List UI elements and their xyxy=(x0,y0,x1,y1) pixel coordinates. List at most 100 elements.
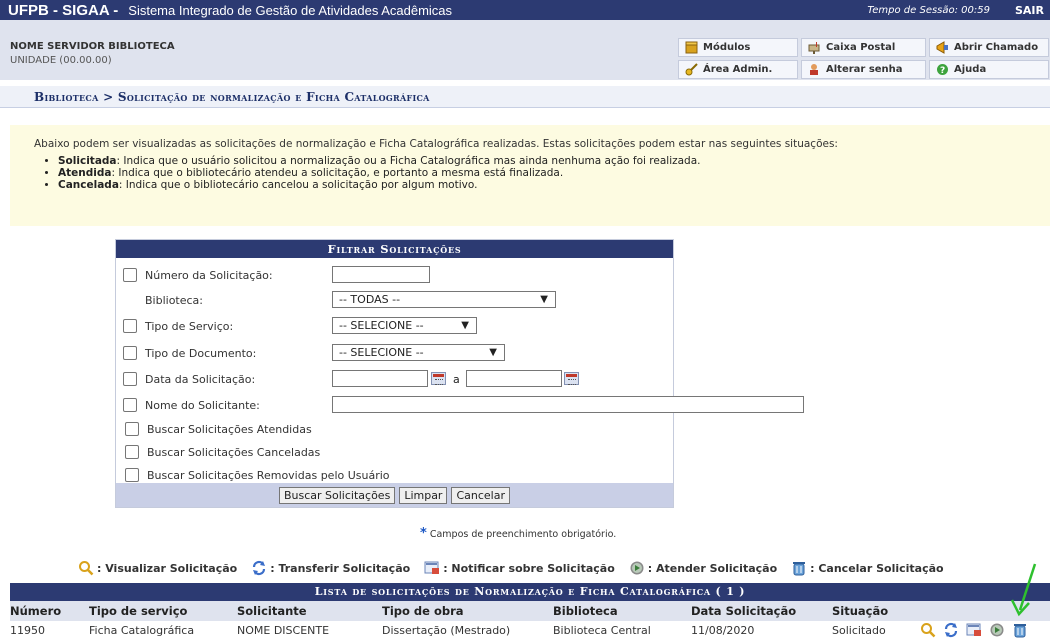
tipo-servico-checkbox[interactable] xyxy=(123,319,137,333)
alterar-senha-button[interactable]: Alterar senha xyxy=(801,60,926,79)
key-icon xyxy=(685,63,698,76)
megaphone-icon xyxy=(936,41,949,54)
data-label: Data da Solicitação: xyxy=(145,372,256,386)
required-star-icon: * xyxy=(420,526,427,541)
chevron-down-icon: ▼ xyxy=(461,320,469,331)
go-icon xyxy=(630,561,644,575)
tipo-documento-label: Tipo de Documento: xyxy=(145,346,257,360)
cancelar-button[interactable]: Cancelar xyxy=(451,486,510,504)
status-term: Solicitada xyxy=(58,155,117,167)
legend-transferir: : Transferir Solicitação xyxy=(251,560,410,576)
cell-biblioteca: Biblioteca Central xyxy=(553,624,651,637)
col-numero: Número xyxy=(10,604,62,618)
limpar-button[interactable]: Limpar xyxy=(399,486,448,504)
numero-input[interactable] xyxy=(332,266,430,283)
results-title: Lista de solicitações de Normalização e … xyxy=(10,583,1050,601)
legend-cancelar: : Cancelar Solicitação xyxy=(791,560,944,576)
tipo-documento-value: -- SELECIONE -- xyxy=(339,346,424,359)
magnifier-icon[interactable] xyxy=(920,622,936,638)
notify-icon xyxy=(424,561,440,574)
status-desc: : Indica que o bibliotecário atendeu a s… xyxy=(111,167,564,179)
numero-checkbox[interactable] xyxy=(123,268,137,282)
legend-notificar-label: : Notificar sobre Solicitação xyxy=(443,561,615,575)
filter-title: Filtrar Solicitações xyxy=(116,240,673,258)
col-biblioteca: Biblioteca xyxy=(553,604,618,618)
transfer-icon[interactable] xyxy=(943,622,959,638)
ajuda-button[interactable]: ? Ajuda xyxy=(929,60,1049,79)
tipo-servico-label: Tipo de Serviço: xyxy=(145,319,234,333)
logout-link[interactable]: SAIR xyxy=(1015,4,1044,17)
modulos-button[interactable]: Módulos xyxy=(678,38,798,57)
cell-tipo-servico: Ficha Catalográfica xyxy=(89,624,195,637)
nome-checkbox[interactable] xyxy=(123,398,137,412)
status-list: Solicitada: Indica que o usuário solicit… xyxy=(40,155,701,191)
modulos-label: Módulos xyxy=(703,42,751,53)
session-timer: Tempo de Sessão: 00:59 xyxy=(867,4,990,16)
table-header-row: Número Tipo de serviço Solicitante Tipo … xyxy=(10,601,1050,621)
trash-icon xyxy=(793,562,806,576)
col-data: Data Solicitação xyxy=(691,604,797,618)
go-icon[interactable] xyxy=(989,622,1005,638)
data-fim-input[interactable] xyxy=(466,370,562,387)
tipo-servico-value: -- SELECIONE -- xyxy=(339,319,424,332)
atendidas-checkbox[interactable] xyxy=(125,422,139,436)
notify-icon[interactable] xyxy=(966,622,982,638)
removidas-checkbox[interactable] xyxy=(125,468,139,482)
user-name: NOME SERVIDOR BIBLIOTECA xyxy=(10,41,175,52)
atendidas-label: Buscar Solicitações Atendidas xyxy=(147,422,312,436)
user-unit: UNIDADE (00.00.00) xyxy=(10,55,112,66)
abrir-chamado-label: Abrir Chamado xyxy=(954,42,1039,53)
filter-row-atendidas: Buscar Solicitações Atendidas xyxy=(116,419,673,439)
area-admin-label: Área Admin. xyxy=(703,64,773,75)
mailbox-icon xyxy=(808,41,821,54)
legend-cancelar-label: : Cancelar Solicitação xyxy=(810,561,944,575)
filter-button-bar: Buscar Solicitações Limpar Cancelar xyxy=(116,483,673,507)
legend-transferir-label: : Transferir Solicitação xyxy=(270,561,411,575)
tipo-documento-select[interactable]: -- SELECIONE -- ▼ xyxy=(332,344,505,361)
chevron-down-icon: ▼ xyxy=(540,294,548,305)
data-inicio-input[interactable] xyxy=(332,370,428,387)
canceladas-checkbox[interactable] xyxy=(125,445,139,459)
filter-row-canceladas: Buscar Solicitações Canceladas xyxy=(116,442,673,462)
biblioteca-value: -- TODAS -- xyxy=(339,293,401,306)
results-table: Lista de solicitações de Normalização e … xyxy=(10,583,1050,641)
cell-data: 11/08/2020 xyxy=(691,624,755,637)
cell-numero: 11950 xyxy=(10,624,45,637)
nome-label: Nome do Solicitante: xyxy=(145,398,260,412)
caixa-postal-button[interactable]: Caixa Postal xyxy=(801,38,926,57)
cell-solicitante: NOME DISCENTE xyxy=(237,624,330,637)
top-bar: UFPB - SIGAA - Sistema Integrado de Gest… xyxy=(0,0,1050,20)
caixa-postal-label: Caixa Postal xyxy=(826,42,896,53)
col-tipo-obra: Tipo de obra xyxy=(382,604,464,618)
legend-notificar: : Notificar sobre Solicitação xyxy=(424,560,615,576)
status-item: Solicitada: Indica que o usuário solicit… xyxy=(58,155,701,167)
filter-row-removidas: Buscar Solicitações Removidas pelo Usuár… xyxy=(116,465,673,485)
cube-icon xyxy=(685,41,698,54)
info-box: Abaixo podem ser visualizadas as solicit… xyxy=(10,125,1050,226)
removidas-label: Buscar Solicitações Removidas pelo Usuár… xyxy=(147,468,390,482)
alterar-senha-label: Alterar senha xyxy=(826,64,903,75)
biblioteca-select[interactable]: -- TODAS -- ▼ xyxy=(332,291,556,308)
system-name: Sistema Integrado de Gestão de Atividade… xyxy=(128,2,453,18)
nome-input[interactable] xyxy=(332,396,804,413)
legend-atender: : Atender Solicitação xyxy=(629,560,777,576)
data-checkbox[interactable] xyxy=(123,372,137,386)
breadcrumb: Biblioteca > Solicitação de normalização… xyxy=(0,86,1050,108)
required-note: * Campos de preenchimento obrigatório. xyxy=(420,526,616,541)
buscar-button[interactable]: Buscar Solicitações xyxy=(278,486,396,504)
svg-text:?: ? xyxy=(940,66,945,76)
area-admin-button[interactable]: Área Admin. xyxy=(678,60,798,79)
biblioteca-label: Biblioteca: xyxy=(145,293,204,307)
calendar-icon[interactable] xyxy=(431,372,446,385)
calendar-icon[interactable] xyxy=(564,372,579,385)
tipo-servico-select[interactable]: -- SELECIONE -- ▼ xyxy=(332,317,477,334)
cell-tipo-obra: Dissertação (Mestrado) xyxy=(382,624,511,637)
chevron-down-icon: ▼ xyxy=(489,347,497,358)
tipo-documento-checkbox[interactable] xyxy=(123,346,137,360)
trash-icon[interactable] xyxy=(1012,622,1028,638)
row-actions xyxy=(920,622,1028,638)
abrir-chamado-button[interactable]: Abrir Chamado xyxy=(929,38,1049,57)
legend-visualizar: : Visualizar Solicitação xyxy=(78,560,237,576)
action-legend: : Visualizar Solicitação : Transferir So… xyxy=(78,560,958,576)
annotation-arrow-icon xyxy=(1010,563,1037,617)
